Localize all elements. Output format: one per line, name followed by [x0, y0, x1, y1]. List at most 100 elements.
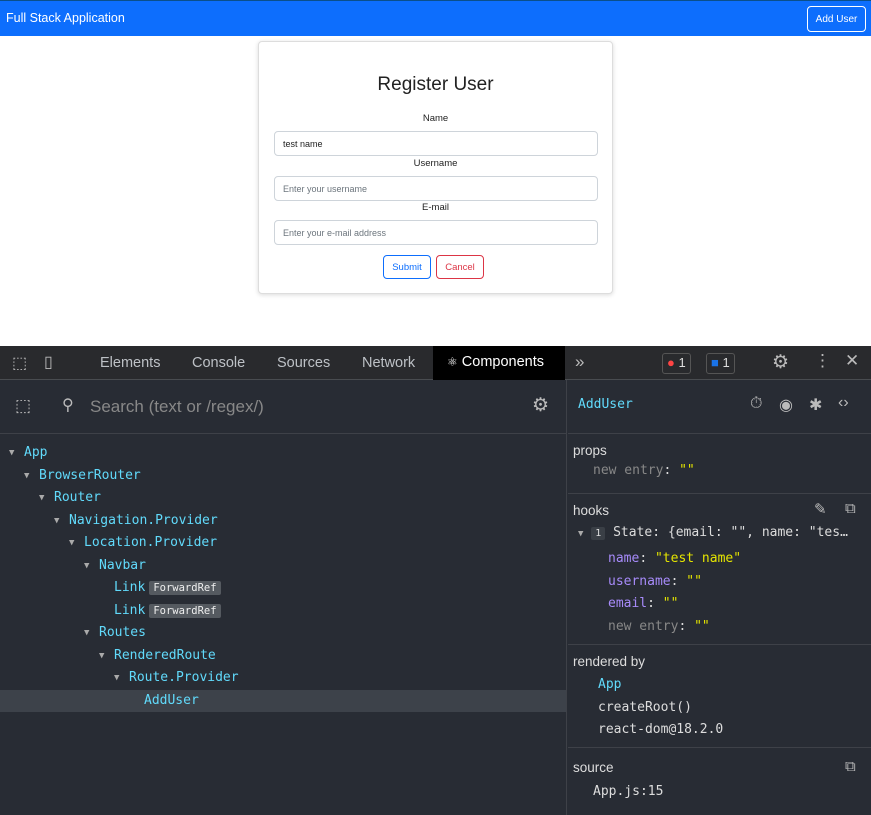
- hook-new-entry[interactable]: new entry: "": [608, 616, 741, 639]
- expand-triangle-icon[interactable]: ▼: [9, 442, 14, 465]
- search-icon: ⚲: [62, 397, 74, 414]
- name-label: Name: [422, 113, 449, 124]
- error-icon: ●: [667, 355, 675, 370]
- tree-node-label: Route.Provider: [129, 670, 239, 685]
- devtools-tabbar: ⬚ ▯ Elements Console Sources Network ⚛ C…: [0, 346, 871, 380]
- expand-triangle-icon[interactable]: ▼: [99, 645, 104, 668]
- brand-link[interactable]: Full Stack Application: [6, 11, 125, 25]
- tab-network[interactable]: Network: [362, 355, 415, 371]
- devtools-panel: ⬚ ▯ Elements Console Sources Network ⚛ C…: [0, 346, 871, 815]
- magic-wand-icon[interactable]: ✎: [814, 500, 827, 518]
- device-toolbar-icon[interactable]: ▯: [44, 352, 53, 372]
- tab-sources[interactable]: Sources: [277, 355, 330, 371]
- forwardref-badge: ForwardRef: [149, 603, 221, 618]
- select-component-icon[interactable]: ⬚: [15, 396, 31, 416]
- inspect-element-icon[interactable]: ⬚: [12, 353, 27, 373]
- hook-new-entry-key: new entry: [608, 618, 679, 634]
- add-user-button[interactable]: Add User: [807, 6, 866, 32]
- hook-new-entry-value[interactable]: "": [694, 619, 710, 634]
- react-icon: ⚛: [447, 355, 458, 369]
- timer-icon[interactable]: ⏱: [750, 395, 762, 413]
- tree-node-navbar[interactable]: ▼ Navbar: [0, 555, 566, 578]
- hook-index: 1: [591, 527, 606, 540]
- tree-node-routes[interactable]: ▼ Routes: [0, 622, 566, 645]
- message-badge[interactable]: ■ 1: [706, 353, 735, 374]
- tab-console[interactable]: Console: [192, 355, 245, 371]
- tab-elements[interactable]: Elements: [100, 355, 160, 371]
- expand-triangle-icon[interactable]: ▼: [24, 465, 29, 488]
- hook-field-key: username: [608, 573, 671, 589]
- submit-button[interactable]: Submit: [383, 255, 431, 279]
- expand-triangle-icon[interactable]: ▼: [84, 555, 89, 578]
- hook-field-value[interactable]: "test name": [655, 551, 741, 566]
- tree-node-link[interactable]: Link ForwardRef: [0, 600, 566, 623]
- rendered-by-title: rendered by: [573, 654, 646, 669]
- tree-node-app[interactable]: ▼ App: [0, 442, 566, 465]
- search-input[interactable]: Search (text or /regex/): [90, 397, 264, 417]
- expand-triangle-icon[interactable]: ▼: [69, 532, 74, 555]
- rendered-by-createroot: createRoot(): [598, 699, 692, 715]
- hook-field-value[interactable]: "": [663, 596, 679, 611]
- source-location[interactable]: App.js:15: [593, 784, 663, 799]
- props-title: props: [573, 443, 607, 458]
- form-title: Register User: [377, 74, 494, 95]
- message-icon: ■: [711, 355, 719, 370]
- more-tabs-icon[interactable]: »: [575, 352, 584, 372]
- component-tree-pane: ⬚ ⚲ Search (text or /regex/) ⚙ ▼ App ▼ Brow…: [0, 380, 567, 815]
- message-count: 1: [722, 355, 730, 370]
- tree-node-label: Link: [114, 580, 146, 595]
- hook-field-username[interactable]: username: "": [608, 571, 741, 594]
- bug-icon[interactable]: ✱: [809, 395, 822, 415]
- error-badge[interactable]: ● 1: [662, 353, 691, 374]
- hook-field-name[interactable]: name: "test name": [608, 548, 741, 571]
- hook-field-email[interactable]: email: "": [608, 593, 741, 616]
- settings-gear-icon[interactable]: ⚙: [772, 351, 789, 374]
- tree-node-label: Router: [54, 490, 101, 505]
- expand-triangle-icon[interactable]: ▼: [578, 529, 583, 539]
- tree-node-label: AddUser: [144, 692, 199, 708]
- props-new-entry-value[interactable]: "": [679, 463, 695, 478]
- tree-node-navigation-provider[interactable]: ▼ Navigation.Provider: [0, 510, 566, 533]
- close-icon[interactable]: ✕: [845, 351, 859, 371]
- tree-node-route-provider[interactable]: ▼ Route.Provider: [0, 667, 566, 690]
- tab-components[interactable]: ⚛ Components: [433, 346, 565, 380]
- component-tree: ▼ App ▼ BrowserRouter ▼ Router ▼ Navigation.Pro…: [0, 442, 566, 712]
- rendered-by-app[interactable]: App: [598, 674, 723, 697]
- code-icon[interactable]: ‹›: [838, 394, 849, 412]
- expand-triangle-icon[interactable]: ▼: [84, 622, 89, 645]
- copy-icon[interactable]: ⧉: [845, 500, 856, 517]
- tree-node-label: App: [24, 445, 48, 460]
- email-input[interactable]: [274, 220, 598, 245]
- expand-triangle-icon[interactable]: ▼: [39, 487, 44, 510]
- tree-node-location-provider[interactable]: ▼ Location.Provider: [0, 532, 566, 555]
- hook-field-key: email: [608, 596, 648, 611]
- navbar: Full Stack Application Add User: [0, 0, 871, 36]
- source-title: source: [573, 760, 614, 775]
- copy-source-icon[interactable]: ⧉: [845, 758, 856, 775]
- tree-node-renderedroute[interactable]: ▼ RenderedRoute: [0, 645, 566, 668]
- hook-summary[interactable]: State: {email: "", name: "tes…: [613, 525, 848, 540]
- tree-node-router[interactable]: ▼ Router: [0, 487, 566, 510]
- hooks-title: hooks: [573, 503, 610, 518]
- tree-node-browserrouter[interactable]: ▼ BrowserRouter: [0, 465, 566, 488]
- hook-field-key: name: [608, 551, 640, 566]
- username-input[interactable]: [274, 176, 598, 201]
- tree-node-link[interactable]: Link ForwardRef: [0, 577, 566, 600]
- cancel-button[interactable]: Cancel: [436, 255, 484, 279]
- expand-triangle-icon[interactable]: ▼: [114, 667, 119, 690]
- expand-triangle-icon[interactable]: ▼: [54, 510, 59, 533]
- props-new-entry[interactable]: new entry: [593, 463, 663, 478]
- tree-node-label: Navigation.Provider: [69, 512, 218, 528]
- tree-node-label: Location.Provider: [84, 535, 218, 550]
- tree-node-adduser[interactable]: AddUser: [0, 689, 566, 712]
- forwardref-badge: ForwardRef: [149, 581, 221, 595]
- tab-components-label: Components: [461, 354, 545, 370]
- rendered-by-react-dom: react-dom@18.2.0: [598, 722, 724, 737]
- more-options-icon[interactable]: ⋮: [814, 351, 831, 371]
- name-input[interactable]: [274, 131, 598, 156]
- search-bar: ⬚ ⚲ Search (text or /regex/) ⚙: [0, 380, 566, 434]
- tree-settings-gear-icon[interactable]: ⚙: [532, 394, 549, 417]
- tree-node-label: Navbar: [99, 557, 146, 573]
- eye-icon[interactable]: ◉: [779, 395, 793, 415]
- hook-field-value[interactable]: "": [686, 574, 702, 589]
